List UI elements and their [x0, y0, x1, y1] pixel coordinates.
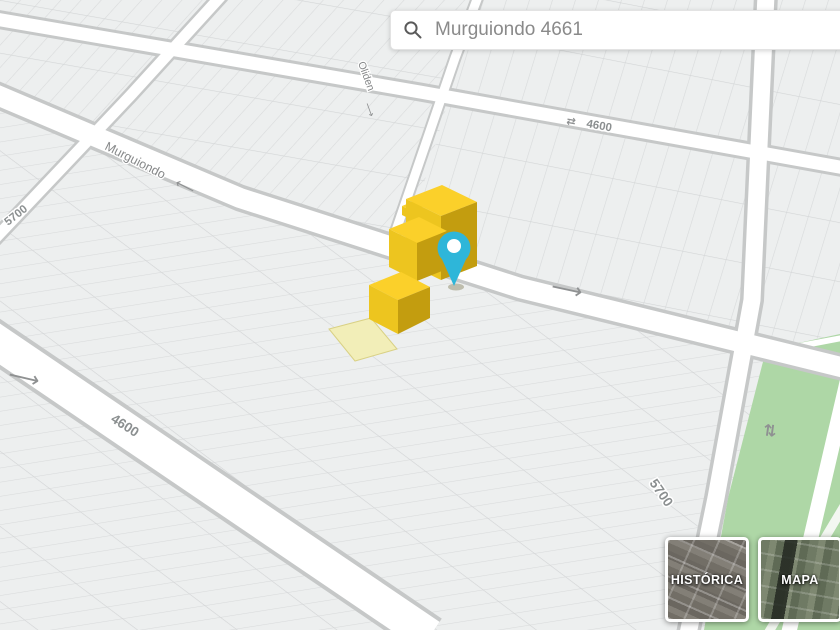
layer-thumbnail-historica[interactable]: HISTÓRICA	[665, 537, 749, 622]
map-viewport[interactable]: Murguiondo ⟵ Oliden ⟶ 5700 ⇄ 4600 ⟶ ⟶ 46…	[0, 0, 840, 630]
map-canvas[interactable]: Murguiondo ⟵ Oliden ⟶ 5700 ⇄ 4600 ⟶ ⟶ 46…	[0, 0, 840, 630]
layer-thumbnail-mapa-label: MAPA	[781, 572, 819, 587]
search-bar[interactable]	[390, 10, 840, 50]
layer-thumbnail-historica-label: HISTÓRICA	[670, 572, 744, 587]
search-input[interactable]	[433, 18, 840, 42]
layer-thumbnail-mapa[interactable]: MAPA	[758, 537, 840, 622]
two-way-icon-right: ⇄	[760, 422, 781, 438]
search-icon	[404, 21, 422, 39]
